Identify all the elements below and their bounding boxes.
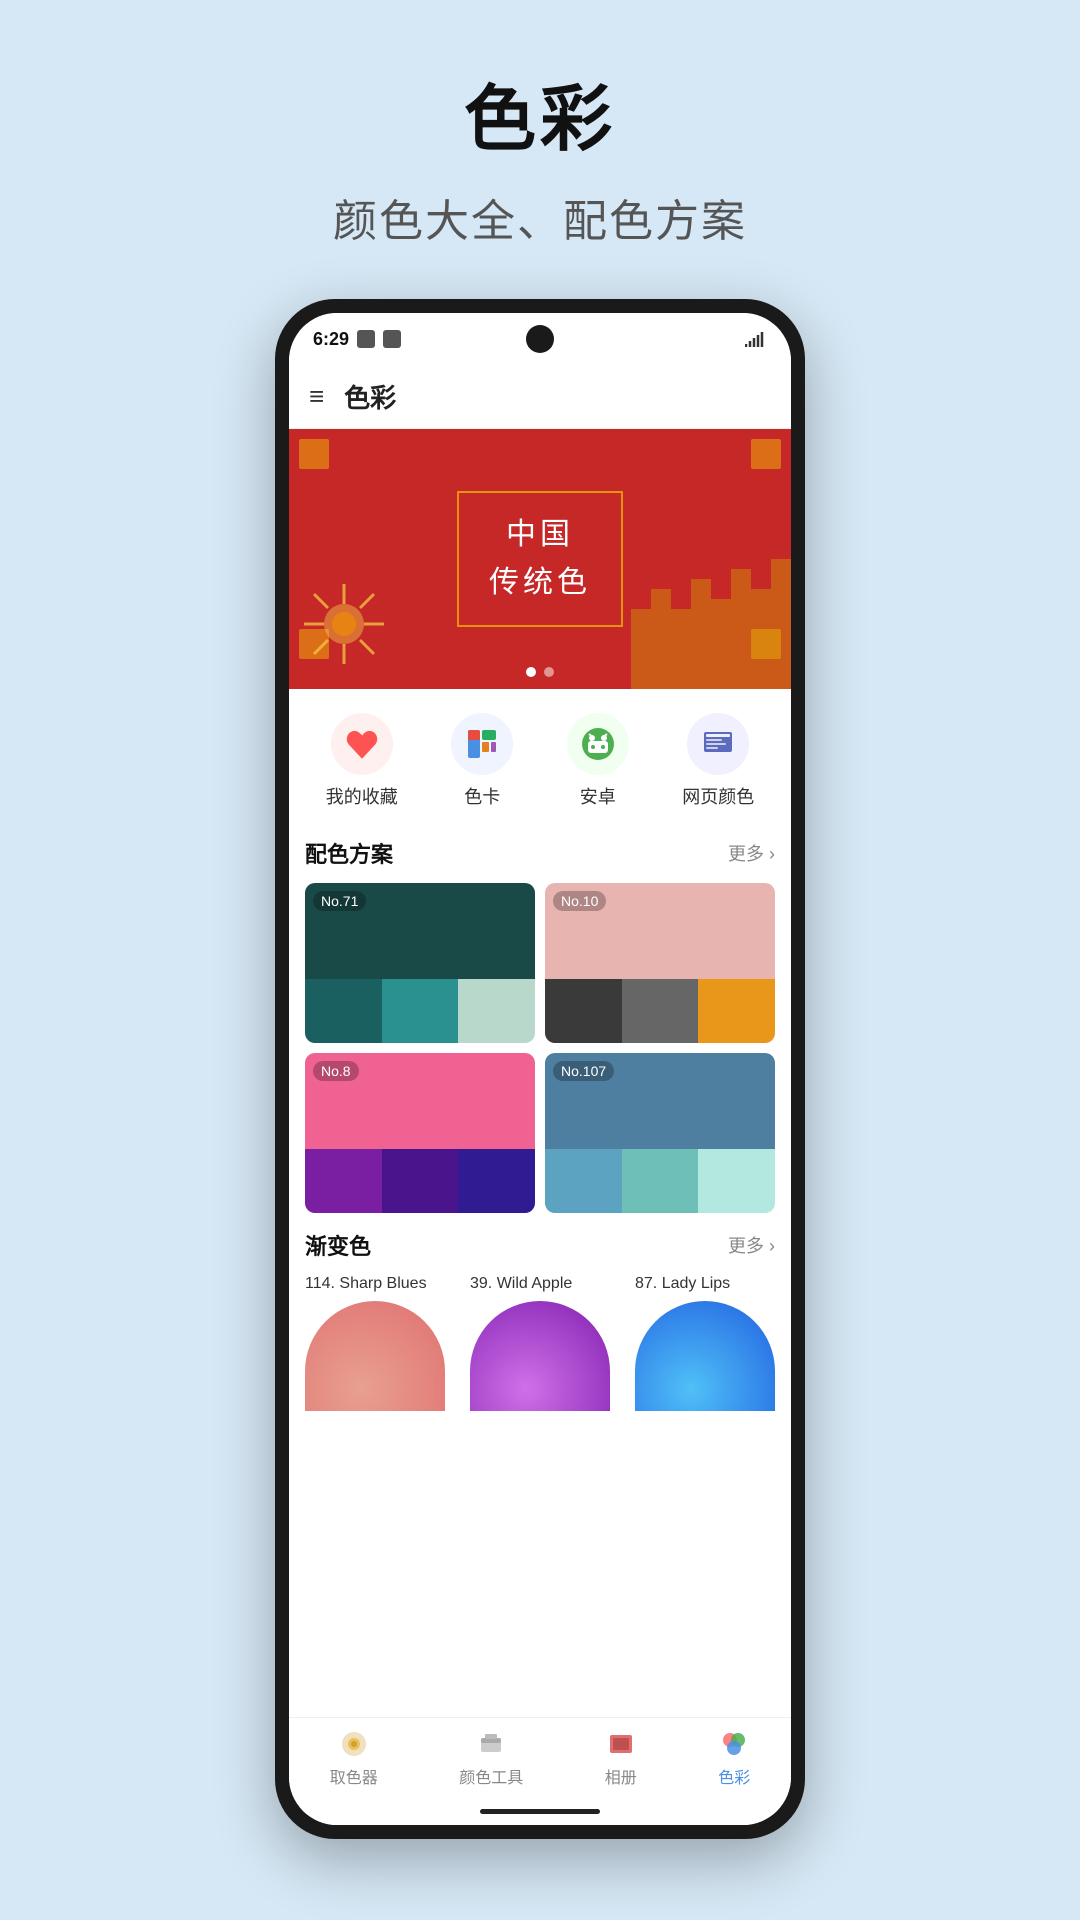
palette-num: No.10 (553, 891, 606, 911)
scroll-content[interactable]: 中国 传统色 (289, 429, 791, 1717)
palette-bottom (305, 979, 535, 1043)
swatch (305, 979, 382, 1043)
colorcard-icon (451, 713, 513, 775)
palette-bottom (545, 1149, 775, 1213)
swatch (698, 979, 775, 1043)
page-subtitle: 颜色大全、配色方案 (333, 185, 747, 249)
nav-label: 取色器 (330, 1764, 378, 1788)
nav-item-album[interactable]: 相册 (605, 1728, 637, 1788)
android-icon (567, 713, 629, 775)
phone-frame: 6:29 ≡ 色彩 (275, 299, 805, 1839)
home-bar (480, 1809, 600, 1814)
swatch (382, 1149, 459, 1213)
status-bar: 6:29 (289, 313, 791, 365)
swatch (622, 979, 699, 1043)
palette-section-header: 配色方案 更多 › (305, 837, 775, 869)
swatch (545, 979, 622, 1043)
swatch (698, 1149, 775, 1213)
swatch (458, 979, 535, 1043)
color-icon (718, 1728, 750, 1760)
status-time: 6:29 (313, 329, 401, 350)
gradient-list: 114. Sharp Blues 39. Wild Apple 87. Lady… (305, 1275, 775, 1421)
palette-bottom (305, 1149, 535, 1213)
palette-card-107[interactable]: No.107 (545, 1053, 775, 1213)
notification-icon (383, 330, 401, 348)
nav-item-colortools[interactable]: 颜色工具 (459, 1728, 523, 1788)
corner-tr (751, 439, 781, 469)
nav-label: 相册 (605, 1764, 637, 1788)
gradient-circle (305, 1301, 445, 1411)
palette-more[interactable]: 更多 › (728, 840, 775, 866)
webcolor-icon (687, 713, 749, 775)
palette-card-10[interactable]: No.10 (545, 883, 775, 1043)
gradient-section-header: 渐变色 更多 › (305, 1229, 775, 1261)
gradient-item-wild-apple[interactable]: 39. Wild Apple (470, 1275, 625, 1411)
album-icon (605, 1728, 637, 1760)
gradient-label: 87. Lady Lips (635, 1275, 775, 1293)
palette-card-71[interactable]: No.71 (305, 883, 535, 1043)
quick-item-colorcard[interactable]: 色卡 (451, 713, 513, 809)
banner-dots (526, 667, 554, 677)
gradient-circle (635, 1301, 775, 1411)
quick-item-webcolor[interactable]: 网页颜色 (682, 713, 754, 809)
status-right-icons (745, 330, 767, 348)
gradient-section: 渐变色 更多 › 114. Sharp Blues 39. Wild Apple (289, 1213, 791, 1421)
nav-item-color[interactable]: 色彩 (718, 1728, 750, 1788)
gradient-item-sharp-blues[interactable]: 114. Sharp Blues (305, 1275, 460, 1411)
dot-2[interactable] (544, 667, 554, 677)
palette-num: No.107 (553, 1061, 614, 1081)
hamburger-menu[interactable]: ≡ (309, 381, 324, 412)
settings-icon (357, 330, 375, 348)
nav-label: 颜色工具 (459, 1764, 523, 1788)
favorites-icon (331, 713, 393, 775)
palette-title: 配色方案 (305, 837, 393, 869)
nav-label-active: 色彩 (718, 1764, 750, 1788)
palette-bottom (545, 979, 775, 1043)
gradient-circle (470, 1301, 610, 1411)
palette-num: No.8 (313, 1061, 359, 1081)
dot-1[interactable] (526, 667, 536, 677)
great-wall-icon (631, 509, 791, 689)
gradient-more[interactable]: 更多 › (728, 1232, 775, 1258)
palette-card-8[interactable]: No.8 (305, 1053, 535, 1213)
palette-num: No.71 (313, 891, 366, 911)
quick-item-favorites[interactable]: 我的收藏 (326, 713, 398, 809)
signal-icon (745, 330, 767, 348)
gradient-label: 114. Sharp Blues (305, 1275, 460, 1293)
banner[interactable]: 中国 传统色 (289, 429, 791, 689)
swatch (305, 1149, 382, 1213)
quick-icons: 我的收藏 色卡 (289, 689, 791, 825)
gradient-title: 渐变色 (305, 1229, 371, 1261)
palette-grid: No.71 No.10 (305, 883, 775, 1213)
app-bar-title: 色彩 (344, 378, 396, 415)
gradient-item-lady-lips[interactable]: 87. Lady Lips (635, 1275, 775, 1411)
app-bar: ≡ 色彩 (289, 365, 791, 429)
camera-notch (526, 325, 554, 353)
swatch (622, 1149, 699, 1213)
corner-tl (299, 439, 329, 469)
swatch (545, 1149, 622, 1213)
banner-text: 中国 传统色 (457, 491, 623, 627)
home-indicator (289, 1797, 791, 1825)
colorpicker-icon (338, 1728, 370, 1760)
swatch (458, 1149, 535, 1213)
quick-item-android[interactable]: 安卓 (567, 713, 629, 809)
bottom-spacer (289, 1421, 791, 1441)
page-title: 色彩 (333, 60, 747, 165)
palette-section: 配色方案 更多 › No.71 (289, 825, 791, 1213)
colortools-icon (475, 1728, 507, 1760)
page-header: 色彩 颜色大全、配色方案 (333, 0, 747, 249)
phone-screen: 6:29 ≡ 色彩 (289, 313, 791, 1825)
nav-item-colorpicker[interactable]: 取色器 (330, 1728, 378, 1788)
bottom-nav: 取色器 颜色工具 相册 (289, 1717, 791, 1797)
swatch (382, 979, 459, 1043)
gradient-label: 39. Wild Apple (470, 1275, 625, 1293)
fireworks-icon (299, 579, 389, 669)
